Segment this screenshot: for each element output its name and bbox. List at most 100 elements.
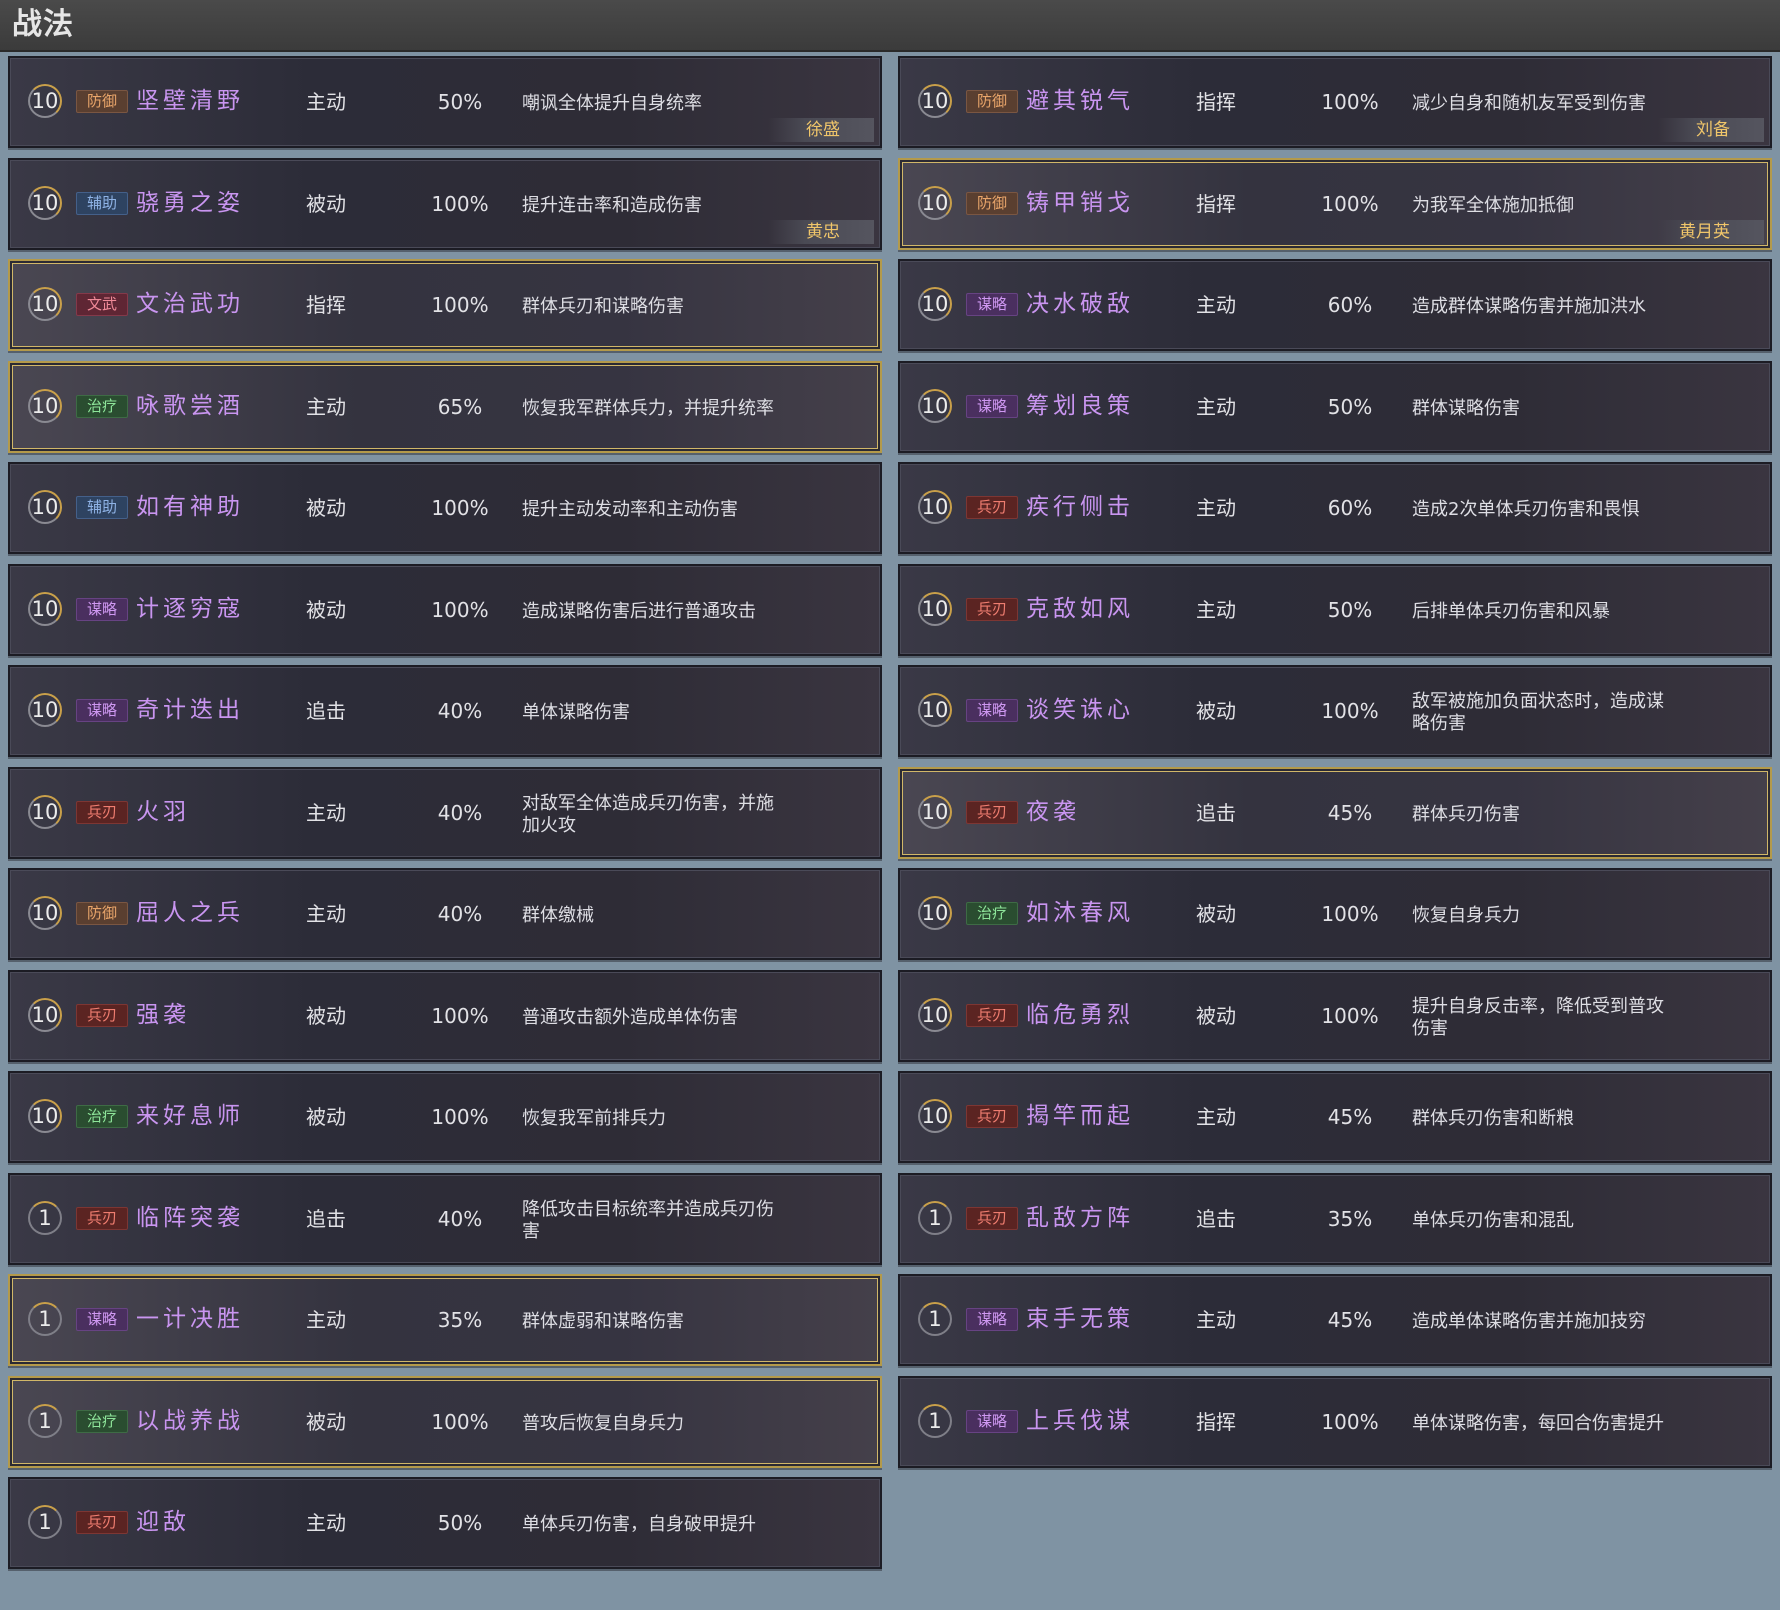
- category-badge: 兵刃: [76, 1206, 128, 1230]
- category-badge: 谋略: [76, 597, 128, 621]
- tactic-name: 文治武功: [136, 291, 244, 317]
- level-ring-icon: 10: [918, 185, 952, 220]
- tactic-card[interactable]: 10 谋略 决水破敌 主动 60% 造成群体谋略伤害并施加洪水: [898, 259, 1772, 351]
- tactic-card[interactable]: 1 谋略 束手无策 主动 45% 造成单体谋略伤害并施加技穷: [898, 1274, 1772, 1366]
- tactic-type: 被动: [306, 191, 346, 216]
- tactic-description: 群体谋略伤害: [1412, 381, 1670, 437]
- hero-tag: 黄月英: [1658, 219, 1764, 244]
- category-badge: 兵刃: [966, 597, 1018, 621]
- tactic-name: 上兵伐谋: [1026, 1407, 1134, 1434]
- tactic-card[interactable]: 10 防御 坚壁清野 主动 50% 嘲讽全体提升自身统率 徐盛: [8, 56, 882, 148]
- tactic-card[interactable]: 10 防御 铸甲销戈 指挥 100% 为我军全体施加抵御 黄月英: [898, 157, 1772, 250]
- trigger-rate: 35%: [437, 1308, 483, 1332]
- tactic-card[interactable]: 10 防御 避其锐气 指挥 100% 减少自身和随机友军受到伤害 刘备: [898, 56, 1772, 148]
- category-badge: 防御: [76, 902, 128, 925]
- tactic-description-text: 普通攻击额外造成单体伤害: [522, 1006, 738, 1028]
- tactic-description-text: 普攻后恢复自身兵力: [522, 1412, 684, 1434]
- tactic-description-text: 降低攻击目标统率并造成兵刃伤害: [522, 1198, 774, 1242]
- tactic-card[interactable]: 10 治疗 咏歌尝酒 主动 65% 恢复我军群体兵力，并提升统率: [8, 360, 882, 453]
- trigger-rate: 50%: [437, 90, 483, 114]
- tactic-card[interactable]: 10 兵刃 强袭 被动 100% 普通攻击额外造成单体伤害: [8, 969, 882, 1062]
- tactic-type: 主动: [306, 902, 346, 926]
- tactic-card[interactable]: 10 谋略 谈笑诛心 被动 100% 敌军被施加负面状态时，造成谋略伤害: [898, 665, 1772, 757]
- tactic-card[interactable]: 10 辅助 骁勇之姿 被动 100% 提升连击率和造成伤害 黄忠: [8, 157, 882, 250]
- tactic-card[interactable]: 10 兵刃 克敌如风 主动 50% 后排单体兵刃伤害和风暴: [898, 563, 1772, 656]
- level-ring-icon: 10: [28, 997, 62, 1032]
- tactics-list-right: 10 防御 避其锐气 指挥 100% 减少自身和随机友军受到伤害 刘备 10 防御 铸甲销戈 指挥 1…: [898, 56, 1772, 1477]
- tactic-description-text: 单体谋略伤害，每回合伤害提升: [1412, 1412, 1664, 1434]
- level-ring-icon: 10: [28, 185, 62, 220]
- category-badge: 防御: [966, 191, 1018, 215]
- level-ring-icon: 1: [28, 1200, 62, 1235]
- tactic-card[interactable]: 1 谋略 一计决胜 主动 35% 群体虚弱和谋略伤害: [8, 1274, 882, 1366]
- title-bar: 战法: [0, 0, 1780, 52]
- tactic-card[interactable]: 1 兵刃 乱敌方阵 追击 35% 单体兵刃伤害和混乱: [898, 1172, 1772, 1265]
- level-ring-icon: 10: [28, 693, 62, 727]
- tactic-description: 降低攻击目标统率并造成兵刃伤害: [522, 1193, 780, 1249]
- tactic-description-text: 群体缴械: [522, 905, 594, 926]
- tactic-description: 造成群体谋略伤害并施加洪水: [1412, 279, 1670, 335]
- tactic-description-text: 造成2次单体兵刃伤害和畏惧: [1412, 499, 1640, 520]
- tactic-card[interactable]: 1 兵刃 临阵突袭 追击 40% 降低攻击目标统率并造成兵刃伤害: [8, 1172, 882, 1265]
- tactic-card[interactable]: 10 防御 屈人之兵 主动 40% 群体缴械: [8, 868, 882, 960]
- tactic-name: 屈人之兵: [136, 900, 244, 926]
- tactic-type: 被动: [306, 1105, 346, 1129]
- tactic-card[interactable]: 1 谋略 上兵伐谋 指挥 100% 单体谋略伤害，每回合伤害提升: [898, 1375, 1772, 1468]
- tactic-type: 主动: [1196, 394, 1236, 419]
- tactic-card[interactable]: 10 文武 文治武功 指挥 100% 群体兵刃和谋略伤害: [8, 259, 882, 351]
- tactic-description: 恢复自身兵力: [1412, 888, 1670, 944]
- tactic-description-text: 单体兵刃伤害和混乱: [1412, 1209, 1574, 1231]
- level-ring-icon: 10: [918, 490, 952, 524]
- tactic-description: 后排单体兵刃伤害和风暴: [1412, 584, 1670, 640]
- trigger-rate: 100%: [1321, 191, 1379, 216]
- level-ring-icon: 10: [918, 591, 952, 626]
- tactic-card[interactable]: 10 谋略 筹划良策 主动 50% 群体谋略伤害: [898, 360, 1772, 453]
- tactic-card[interactable]: 10 治疗 如沐春风 被动 100% 恢复自身兵力: [898, 868, 1772, 960]
- level-ring-icon: 10: [918, 84, 952, 118]
- tactic-card[interactable]: 10 治疗 来好息师 被动 100% 恢复我军前排兵力: [8, 1071, 882, 1163]
- tactic-name: 临危勇烈: [1026, 1001, 1134, 1028]
- tactic-card[interactable]: 1 治疗 以战养战 被动 100% 普攻后恢复自身兵力: [8, 1375, 882, 1468]
- tactic-name: 如有神助: [136, 494, 244, 520]
- tactic-type: 主动: [306, 800, 346, 825]
- tactic-card[interactable]: 10 兵刃 临危勇烈 被动 100% 提升自身反击率，降低受到普攻伤害: [898, 969, 1772, 1062]
- tactic-description-text: 造成单体谋略伤害并施加技穷: [1412, 1311, 1646, 1332]
- tactic-description-text: 群体谋略伤害: [1412, 397, 1520, 419]
- level-ring-icon: 10: [918, 896, 952, 930]
- tactic-type: 被动: [1196, 1003, 1236, 1028]
- tactic-description: 普通攻击额外造成单体伤害: [522, 990, 780, 1046]
- tactic-type: 主动: [1196, 1105, 1236, 1129]
- category-badge: 谋略: [966, 1308, 1018, 1331]
- tactic-name: 临阵突袭: [136, 1204, 244, 1231]
- tactic-description: 造成2次单体兵刃伤害和畏惧: [1412, 482, 1670, 538]
- tactic-description: 群体缴械: [522, 888, 780, 944]
- tactic-type: 指挥: [1196, 191, 1236, 216]
- trigger-rate: 100%: [431, 293, 489, 317]
- tactic-name: 强袭: [136, 1001, 190, 1028]
- tactic-card[interactable]: 1 兵刃 迎敌 主动 50% 单体兵刃伤害，自身破甲提升: [8, 1477, 882, 1569]
- hero-tag: 黄忠: [768, 219, 874, 244]
- tactic-card[interactable]: 10 谋略 奇计迭出 追击 40% 单体谋略伤害: [8, 665, 882, 757]
- tactic-card[interactable]: 10 兵刃 夜袭 追击 45% 群体兵刃伤害: [898, 766, 1772, 859]
- tactic-description-text: 单体兵刃伤害，自身破甲提升: [522, 1514, 756, 1535]
- trigger-rate: 40%: [437, 800, 483, 825]
- tactic-description-text: 减少自身和随机友军受到伤害: [1412, 93, 1646, 114]
- tactic-type: 追击: [306, 699, 346, 723]
- tactic-type: 指挥: [1196, 90, 1236, 114]
- tactic-card[interactable]: 10 谋略 计逐穷寇 被动 100% 造成谋略伤害后进行普通攻击: [8, 563, 882, 656]
- tactic-card[interactable]: 10 辅助 如有神助 被动 100% 提升主动发动率和主动伤害: [8, 462, 882, 554]
- category-badge: 辅助: [76, 191, 128, 215]
- trigger-rate: 45%: [1327, 1308, 1373, 1332]
- tactic-card[interactable]: 10 兵刃 火羽 主动 40% 对敌军全体造成兵刃伤害，并施加火攻: [8, 766, 882, 859]
- tactic-card[interactable]: 10 兵刃 揭竿而起 主动 45% 群体兵刃伤害和断粮: [898, 1071, 1772, 1163]
- category-badge: 谋略: [966, 699, 1018, 722]
- tactic-description: 敌军被施加负面状态时，造成谋略伤害: [1412, 685, 1670, 741]
- level-ring-icon: 10: [28, 1099, 62, 1133]
- tactic-description-text: 提升主动发动率和主动伤害: [522, 499, 738, 520]
- category-badge: 谋略: [966, 1409, 1018, 1433]
- category-badge: 治疗: [76, 1105, 128, 1128]
- tactic-card[interactable]: 10 兵刃 疾行侧击 主动 60% 造成2次单体兵刃伤害和畏惧: [898, 462, 1772, 554]
- tactic-name: 火羽: [136, 798, 190, 825]
- tactic-description: 恢复我军前排兵力: [522, 1091, 780, 1147]
- tactic-name: 咏歌尝酒: [136, 392, 244, 419]
